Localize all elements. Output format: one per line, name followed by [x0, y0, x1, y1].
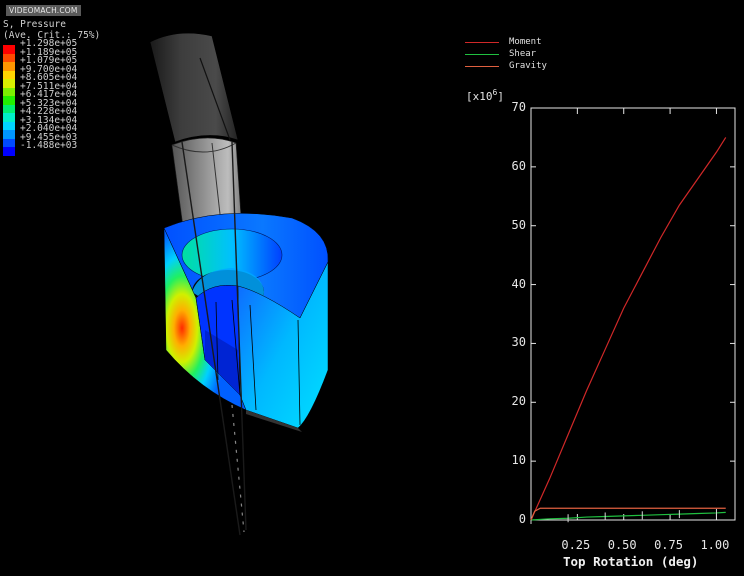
- plot-legend-label: Moment: [509, 37, 542, 47]
- y-tick-label: 50: [511, 217, 526, 232]
- y-tick-label: 70: [511, 100, 526, 114]
- plot-legend-label: Gravity: [509, 61, 547, 71]
- x-tick-label: 0.50: [607, 538, 637, 552]
- y-tick-label: 60: [511, 158, 526, 173]
- x-axis-label: Top Rotation (deg): [563, 554, 699, 569]
- viewport-canvas[interactable]: [0, 0, 744, 576]
- plot-legend-entry: Shear: [465, 48, 547, 60]
- plot-legend-swatch: [465, 41, 499, 43]
- plot-legend-swatch: [465, 65, 499, 67]
- fe-model[interactable]: [149, 32, 329, 536]
- y-tick-label: 30: [511, 335, 526, 350]
- y-scale-close: ]: [497, 90, 504, 103]
- x-tick-label: 0.25: [561, 538, 591, 552]
- y-scale-factor: [x106]: [466, 88, 504, 103]
- series-line-moment: [530, 137, 727, 521]
- y-tick-label: 20: [511, 394, 526, 409]
- plot-legend-swatch: [465, 53, 499, 55]
- plot-legend-entry: Moment: [465, 36, 547, 48]
- plot-legend-entry: Gravity: [465, 60, 547, 72]
- y-tick-label: 0: [518, 512, 526, 526]
- y-scale-prefix: [x10: [466, 90, 493, 103]
- plot-legend: Moment Shear Gravity: [465, 36, 547, 72]
- x-tick-label: 1.00: [700, 538, 730, 552]
- y-tick-label: 10: [511, 453, 526, 468]
- plot-legend-label: Shear: [509, 49, 537, 59]
- series-line-shear: [530, 511, 726, 521]
- y-tick-label: 40: [511, 276, 526, 291]
- x-tick-label: 0.75: [654, 538, 683, 552]
- plot-series: [530, 137, 727, 524]
- xy-plot[interactable]: [530, 107, 736, 524]
